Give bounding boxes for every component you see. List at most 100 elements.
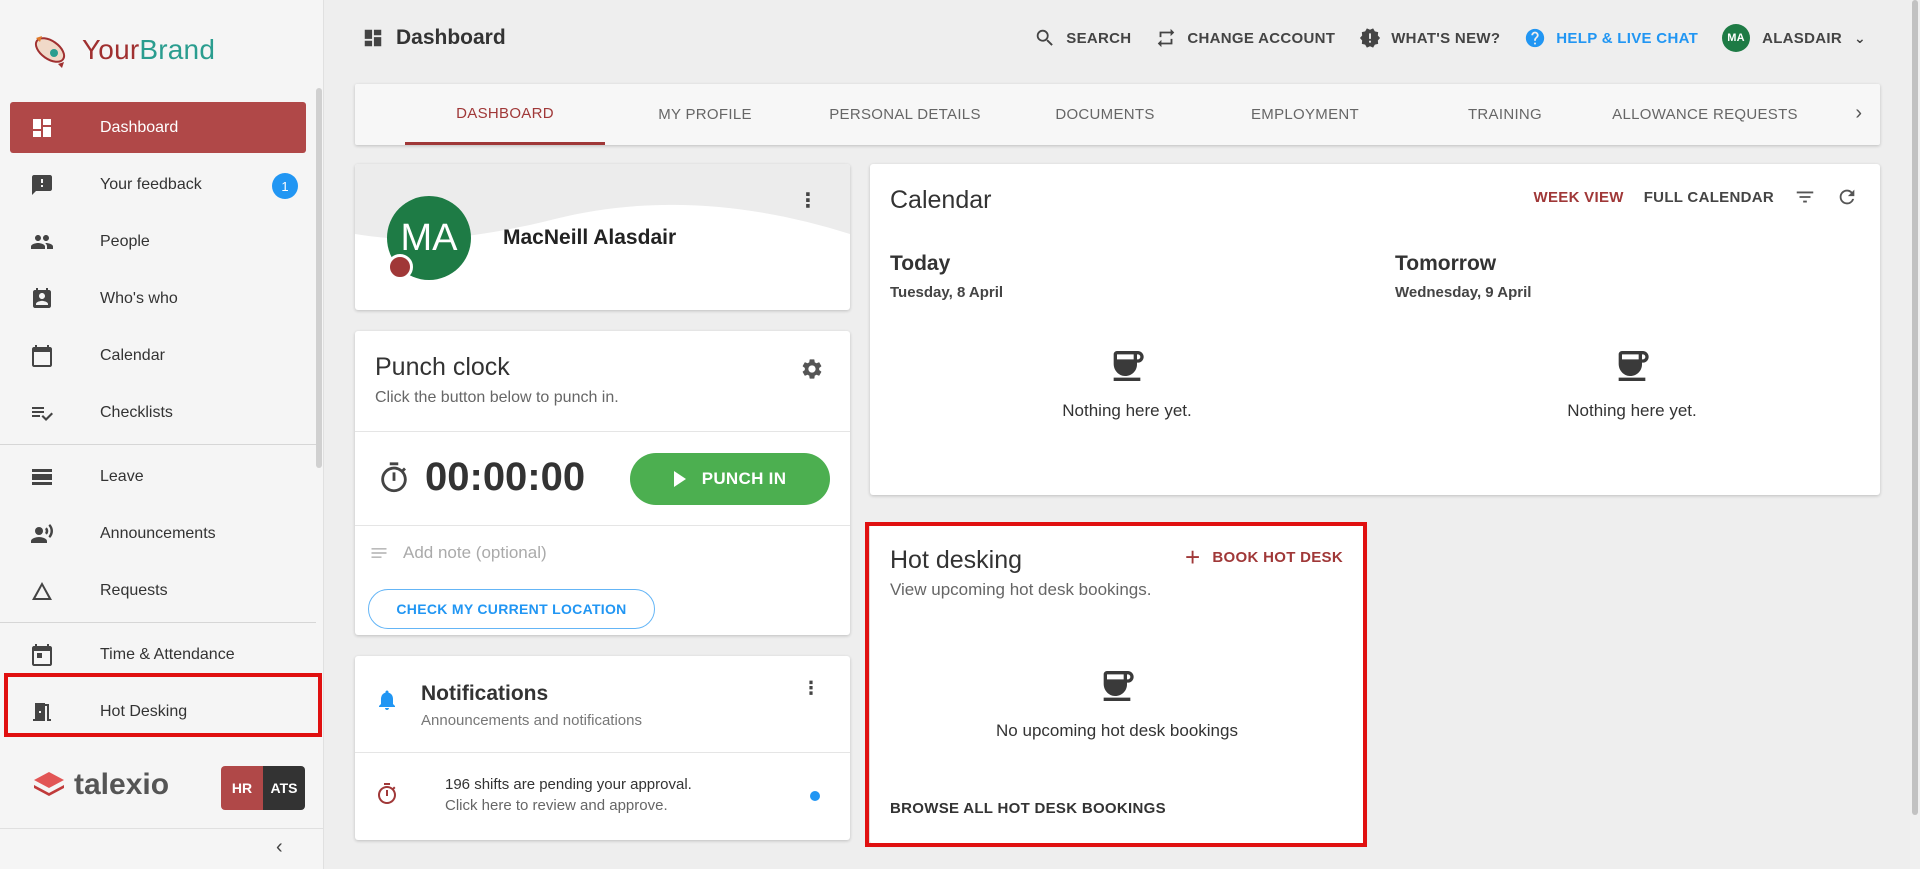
tab-training[interactable]: TRAINING — [1405, 84, 1605, 145]
profile-name: MacNeill Alasdair — [503, 226, 677, 249]
hr-switch-button[interactable]: HR — [221, 766, 263, 810]
sidebar-item-requests[interactable]: Requests — [10, 565, 306, 616]
week-view-button[interactable]: WEEK VIEW — [1534, 189, 1624, 206]
search-icon — [1037, 29, 1054, 46]
tab-dashboard[interactable]: DASHBOARD — [405, 84, 605, 145]
scrollbar-thumb[interactable] — [1912, 0, 1918, 815]
sidebar-item-label: Hot Desking — [100, 702, 188, 720]
plus-icon: + — [1184, 542, 1201, 572]
talexio-wordmark: talexio — [74, 768, 170, 801]
bell-icon — [375, 688, 399, 717]
hot-desking-card: Hot desking View upcoming hot desk booki… — [870, 524, 1365, 844]
punch-timer: 00:00:00 — [377, 455, 585, 500]
sidebar-item-label: Your feedback — [100, 175, 202, 193]
notification-subtext[interactable]: Click here to review and approve. — [445, 797, 668, 814]
dashboard-icon — [30, 116, 54, 140]
sidebar-item-hot-desking[interactable]: Hot Desking — [10, 686, 306, 737]
user-menu[interactable]: MA ALASDAIR ⌄ — [1722, 24, 1866, 52]
sidebar-item-announcements[interactable]: Announcements — [10, 508, 306, 559]
coffee-cup-icon — [1103, 671, 1134, 701]
check-location-button[interactable]: CHECK MY CURRENT LOCATION — [368, 589, 655, 629]
help-icon — [1526, 28, 1545, 48]
book-hot-desk-button[interactable]: + BOOK HOT DESK — [1185, 544, 1343, 570]
help-live-chat-button[interactable]: HELP & LIVE CHAT — [1524, 27, 1698, 49]
sidebar-item-dashboard[interactable]: Dashboard — [10, 102, 306, 153]
calendar-today-icon — [30, 643, 54, 667]
tab-documents[interactable]: DOCUMENTS — [1005, 84, 1205, 145]
timer-icon — [375, 782, 399, 811]
note-input[interactable]: Add note (optional) — [369, 543, 547, 563]
divider — [0, 828, 324, 829]
sidebar-item-your-feedback[interactable]: Your feedback 1 — [10, 159, 306, 210]
tab-allowance-requests[interactable]: ALLOWANCE REQUESTS — [1605, 84, 1805, 145]
sidebar-item-leave[interactable]: Leave — [10, 451, 306, 502]
talexio-layers-icon — [34, 772, 64, 796]
sidebar-item-label: Leave — [100, 467, 144, 485]
punch-clock-subtitle: Click the button below to punch in. — [375, 389, 619, 406]
sidebar-nav: Dashboard Your feedback 1 People Who's w… — [0, 102, 316, 737]
sidebar-item-label: Calendar — [100, 346, 165, 364]
tab-my-profile[interactable]: MY PROFILE — [605, 84, 805, 145]
top-actions: SEARCH CHANGE ACCOUNT WHAT'S NEW? HELP &… — [1034, 24, 1866, 52]
nav-divider — [0, 444, 316, 445]
sidebar-item-people[interactable]: People — [10, 216, 306, 267]
sidebar-item-label: Requests — [100, 581, 168, 599]
door-icon — [30, 700, 54, 724]
hot-desk-empty-state: No upcoming hot desk bookings — [967, 666, 1267, 741]
new-releases-icon — [1360, 28, 1381, 48]
punch-clock-title: Punch clock — [375, 353, 510, 381]
full-calendar-button[interactable]: FULL CALENDAR — [1644, 189, 1774, 206]
timer-value: 00:00:00 — [425, 455, 586, 499]
sidebar-item-calendar[interactable]: Calendar — [10, 330, 306, 381]
browse-hot-desk-bookings-link[interactable]: BROWSE ALL HOT DESK BOOKINGS — [890, 800, 1166, 817]
talexio-logo: talexio — [32, 768, 169, 802]
hot-desking-title: Hot desking — [890, 546, 1023, 574]
sidebar-item-label: Dashboard — [100, 118, 179, 136]
swap-icon — [1158, 28, 1175, 48]
nav-divider — [0, 622, 316, 623]
brand-logo[interactable]: YourBrand — [28, 28, 215, 72]
more-vert-icon[interactable]: ⋮ — [798, 188, 818, 213]
divider — [355, 431, 850, 432]
leave-icon — [30, 465, 54, 489]
sidebar-item-label: Announcements — [100, 524, 216, 542]
chevron-right-icon[interactable]: › — [1855, 102, 1862, 125]
calendar-actions: WEEK VIEW FULL CALENDAR — [1534, 186, 1858, 208]
book-hot-desk-label: BOOK HOT DESK — [1212, 548, 1343, 566]
today-date: Tuesday, 8 April — [890, 284, 1004, 301]
ats-switch-button[interactable]: ATS — [263, 766, 305, 810]
sidebar-item-label: Who's who — [100, 289, 178, 307]
people-icon — [30, 230, 54, 254]
sidebar-item-time-attendance[interactable]: Time & Attendance — [10, 629, 306, 680]
refresh-icon[interactable] — [1836, 186, 1858, 208]
filter-icon[interactable] — [1794, 186, 1816, 208]
tab-personal-details[interactable]: PERSONAL DETAILS — [805, 84, 1005, 145]
tomorrow-empty-state: Nothing here yet. — [1482, 346, 1782, 421]
notification-text[interactable]: 196 shifts are pending your approval. — [445, 776, 692, 793]
search-button[interactable]: SEARCH — [1034, 27, 1131, 49]
note-placeholder: Add note (optional) — [403, 543, 547, 562]
person-icon — [387, 254, 413, 280]
notifications-subtitle: Announcements and notifications — [421, 712, 642, 729]
triangle-icon — [30, 579, 54, 603]
calendar-title: Calendar — [890, 186, 992, 214]
tab-employment[interactable]: EMPLOYMENT — [1205, 84, 1405, 145]
change-account-button[interactable]: CHANGE ACCOUNT — [1155, 27, 1335, 49]
collapse-sidebar-icon[interactable]: ‹ — [276, 836, 283, 859]
brand-part2: Brand — [139, 34, 216, 65]
more-vert-icon[interactable]: ⋮ — [802, 678, 820, 699]
sidebar-scrollbar[interactable] — [316, 88, 322, 468]
whats-new-label: WHAT'S NEW? — [1391, 29, 1501, 47]
punch-in-button[interactable]: PUNCH IN — [630, 453, 830, 505]
page-scrollbar[interactable] — [1910, 0, 1920, 869]
punch-clock-card: Punch clock Click the button below to pu… — [355, 331, 850, 635]
hot-desking-subtitle: View upcoming hot desk bookings. — [890, 580, 1152, 599]
sidebar-item-checklists[interactable]: Checklists — [10, 387, 306, 438]
brand-part1: Your — [82, 34, 140, 65]
gear-icon[interactable] — [800, 357, 824, 386]
whats-new-button[interactable]: WHAT'S NEW? — [1359, 27, 1500, 49]
today-label: Today — [890, 252, 951, 275]
punch-in-label: PUNCH IN — [701, 469, 787, 488]
profile-card: MA MacNeill Alasdair ⋮ — [355, 164, 850, 310]
sidebar-item-whos-who[interactable]: Who's who — [10, 273, 306, 324]
